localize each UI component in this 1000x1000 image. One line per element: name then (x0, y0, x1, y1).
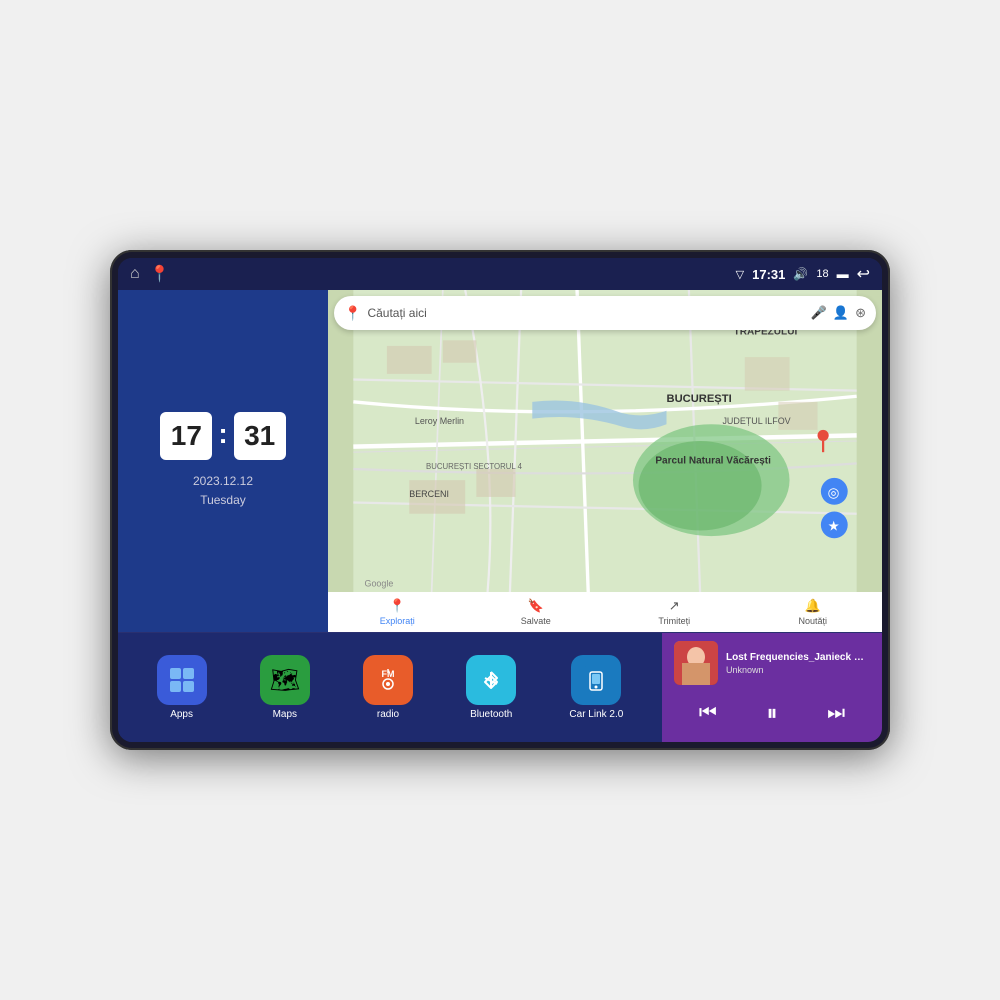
volume-icon: 🔊 (793, 267, 808, 281)
mic-icon[interactable]: 🎤 (811, 305, 827, 321)
maps-icon: 🗺 (260, 655, 310, 705)
news-label: Noutăți (798, 616, 827, 626)
album-art (674, 641, 718, 685)
back-button[interactable]: ↩ (857, 264, 870, 284)
saved-icon: 🔖 (528, 598, 544, 614)
battery-icon: ▬ (837, 267, 849, 281)
app-item-apps[interactable]: Apps (157, 655, 207, 720)
svg-text:Parcul Natural Văcărești: Parcul Natural Văcărești (655, 455, 771, 466)
next-button[interactable]: ⏭ (819, 698, 853, 729)
maps-shortcut-icon[interactable]: 📍 (150, 264, 170, 284)
music-widget: Lost Frequencies_Janieck Devy-... Unknow… (662, 633, 882, 742)
clock-hour: 17 (160, 412, 212, 460)
top-row: 17 : 31 2023.12.12 Tuesday 📍 Căutați aic… (118, 290, 882, 632)
app-item-radio[interactable]: FM radio (363, 655, 413, 720)
radio-icon: FM (363, 655, 413, 705)
music-info: Lost Frequencies_Janieck Devy-... Unknow… (726, 652, 870, 675)
time-display: 17:31 (752, 267, 785, 282)
main-content: 17 : 31 2023.12.12 Tuesday 📍 Căutați aic… (118, 290, 882, 742)
apps-icon (157, 655, 207, 705)
map-search-text[interactable]: Căutați aici (367, 306, 804, 320)
svg-text:Google: Google (365, 578, 394, 588)
music-artist: Unknown (726, 665, 870, 675)
svg-text:Leroy Merlin: Leroy Merlin (415, 416, 464, 426)
share-icon: ↗ (669, 598, 680, 614)
clock-colon: : (218, 418, 227, 450)
music-top: Lost Frequencies_Janieck Devy-... Unknow… (674, 641, 870, 685)
layers-icon[interactable]: ⊛ (855, 305, 866, 321)
apps-label: Apps (170, 709, 193, 720)
svg-text:◎: ◎ (828, 485, 840, 500)
date-value: 2023.12.12 (193, 472, 253, 491)
carlink-label: Car Link 2.0 (569, 709, 623, 720)
explore-label: Explorați (380, 616, 415, 626)
svg-text:BERCENI: BERCENI (409, 489, 449, 499)
clock-minute: 31 (234, 412, 286, 460)
explore-icon: 📍 (389, 598, 405, 614)
clock-display: 17 : 31 (160, 412, 285, 460)
map-nav-explore[interactable]: 📍 Explorați (328, 598, 467, 626)
maps-label: Maps (273, 709, 297, 720)
play-pause-button[interactable]: ⏸ (758, 696, 785, 730)
bluetooth-icon (466, 655, 516, 705)
map-bottom-nav: 📍 Explorați 🔖 Salvate ↗ Trimiteți 🔔 (328, 592, 882, 632)
svg-text:★: ★ (828, 518, 840, 533)
svg-text:JUDEȚUL ILFOV: JUDEȚUL ILFOV (722, 416, 790, 426)
app-item-bluetooth[interactable]: Bluetooth (466, 655, 516, 720)
status-left: ⌂ 📍 (130, 264, 170, 284)
battery-level: 18 (816, 268, 828, 280)
map-nav-share[interactable]: ↗ Trimiteți (605, 598, 744, 626)
news-icon: 🔔 (805, 598, 821, 614)
map-nav-news[interactable]: 🔔 Noutăți (744, 598, 883, 626)
map-search-actions: 🎤 👤 ⊛ (811, 305, 866, 321)
map-search-bar[interactable]: 📍 Căutați aici 🎤 👤 ⊛ (334, 296, 876, 330)
map-widget[interactable]: 📍 Căutați aici 🎤 👤 ⊛ (328, 290, 882, 632)
bottom-row: Apps 🗺 Maps FM (118, 632, 882, 742)
screen: ⌂ 📍 ▽ 17:31 🔊 18 ▬ ↩ 17 : (118, 258, 882, 742)
svg-text:BUCUREȘTI: BUCUREȘTI (667, 393, 732, 405)
map-nav-saved[interactable]: 🔖 Salvate (467, 598, 606, 626)
status-bar: ⌂ 📍 ▽ 17:31 🔊 18 ▬ ↩ (118, 258, 882, 290)
music-title: Lost Frequencies_Janieck Devy-... (726, 652, 870, 663)
svg-text:BUCUREȘTI SECTORUL 4: BUCUREȘTI SECTORUL 4 (426, 462, 523, 471)
clock-widget: 17 : 31 2023.12.12 Tuesday (118, 290, 328, 632)
day-value: Tuesday (193, 491, 253, 510)
album-art-image (674, 641, 718, 685)
radio-label: radio (377, 709, 399, 720)
account-icon[interactable]: 👤 (833, 305, 849, 321)
map-background: Parcul Natural Văcărești Leroy Merlin BU… (328, 290, 882, 592)
prev-button[interactable]: ⏮ (691, 698, 725, 729)
status-right: ▽ 17:31 🔊 18 ▬ ↩ (736, 264, 870, 284)
app-item-carlink[interactable]: Car Link 2.0 (569, 655, 623, 720)
saved-label: Salvate (521, 616, 551, 626)
signal-icon: ▽ (736, 268, 744, 281)
carlink-icon (571, 655, 621, 705)
bluetooth-label: Bluetooth (470, 709, 512, 720)
app-grid: Apps 🗺 Maps FM (118, 633, 662, 742)
share-label: Trimiteți (658, 616, 690, 626)
home-button[interactable]: ⌂ (130, 265, 140, 283)
app-item-maps[interactable]: 🗺 Maps (260, 655, 310, 720)
date-display: 2023.12.12 Tuesday (193, 472, 253, 510)
map-pin-icon: 📍 (344, 305, 361, 322)
music-controls: ⏮ ⏸ ⏭ (674, 692, 870, 734)
car-head-unit: ⌂ 📍 ▽ 17:31 🔊 18 ▬ ↩ 17 : (110, 250, 890, 750)
